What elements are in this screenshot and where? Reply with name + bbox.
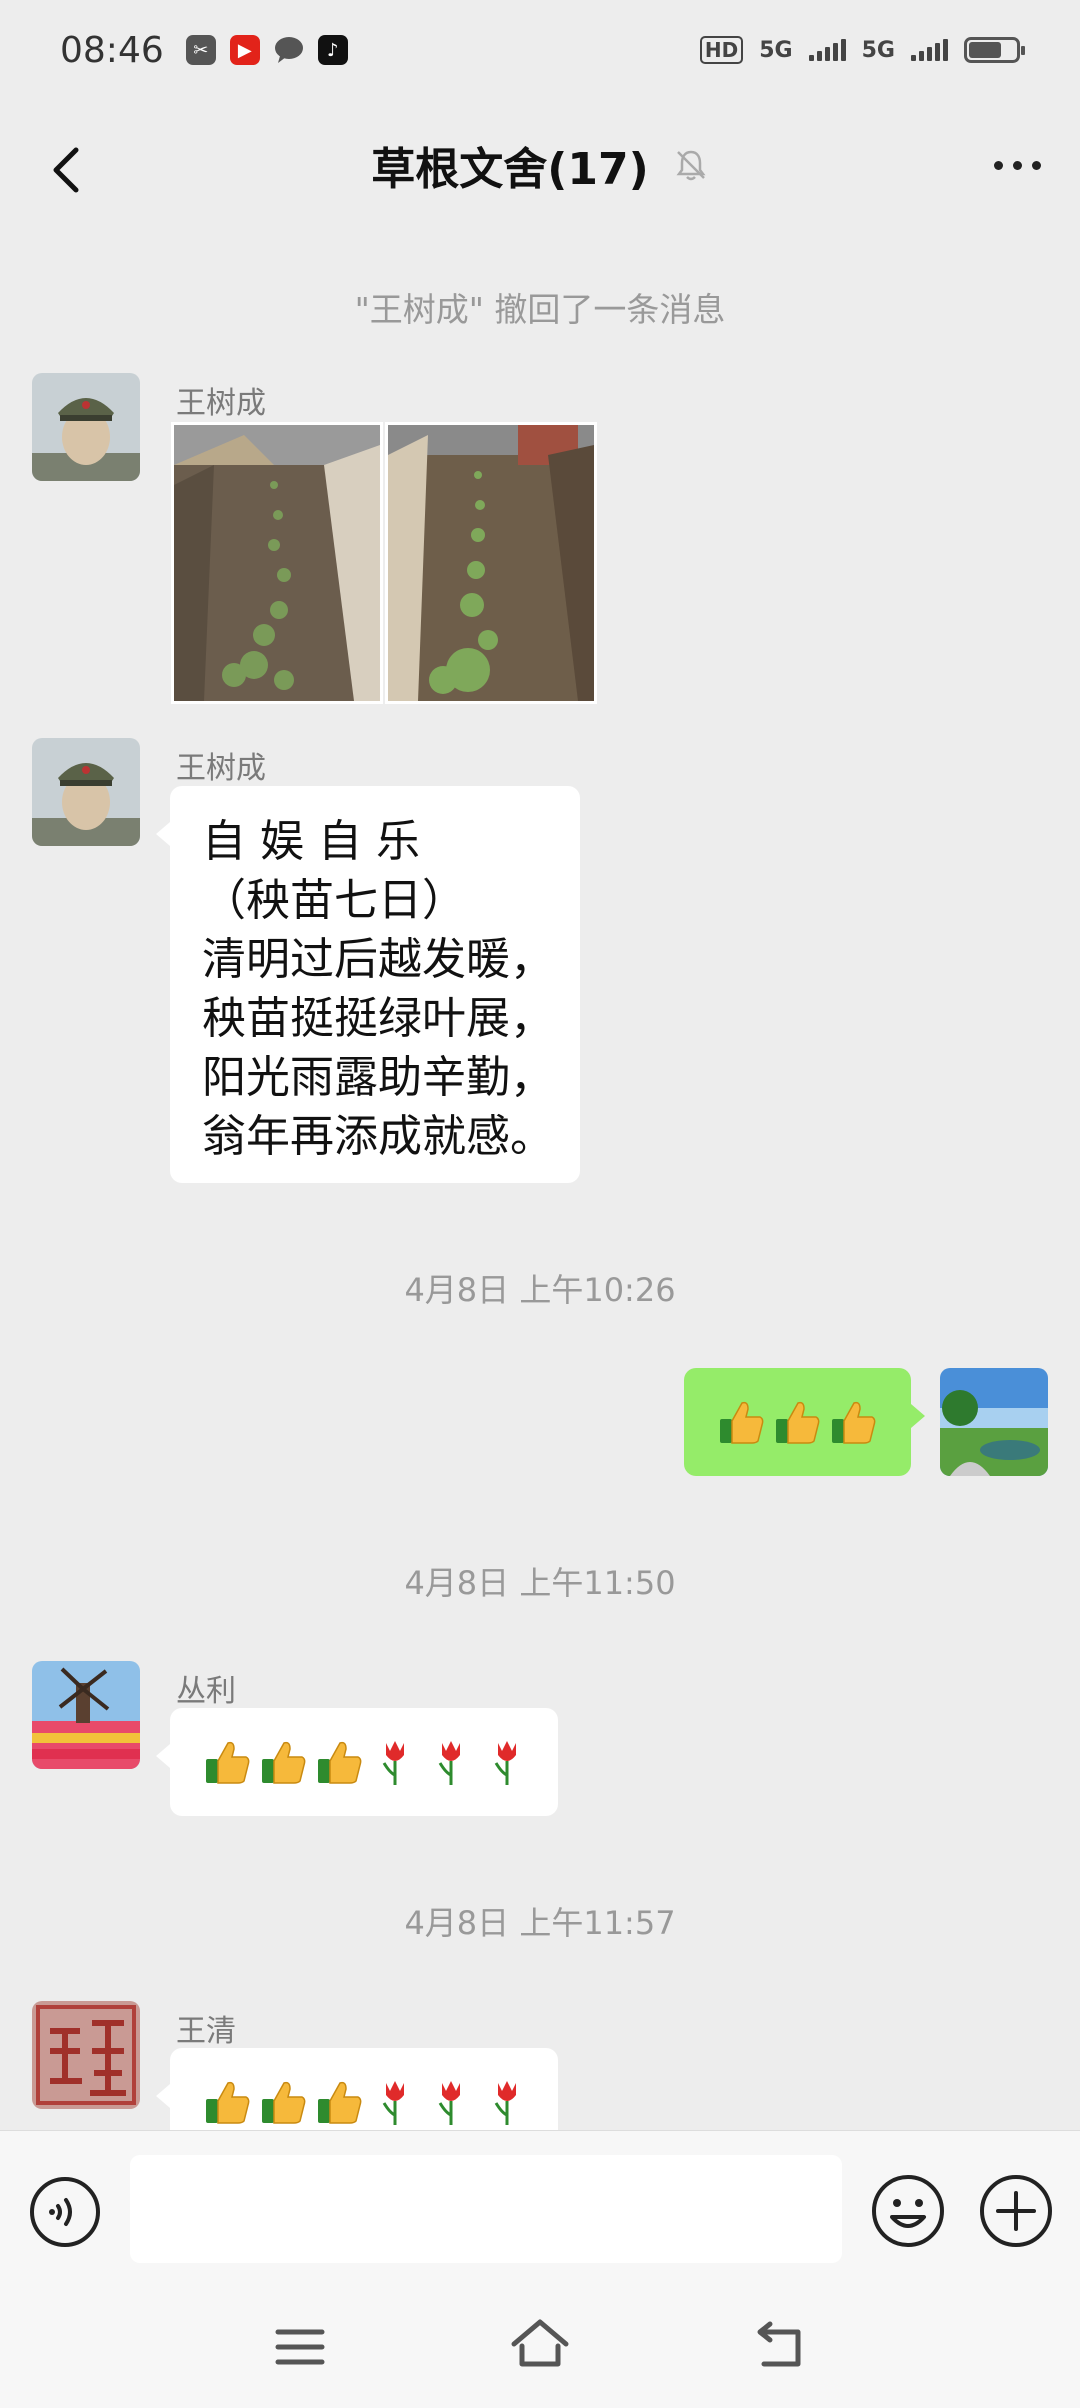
thumbs-up-icon — [318, 1741, 362, 1784]
timestamp: 4月8日 上午11:50 — [404, 1564, 676, 1602]
voice-input-button[interactable] — [28, 2175, 102, 2249]
message-input-bar — [0, 2130, 1080, 2280]
tulip-icon — [438, 1741, 460, 1785]
avatar[interactable] — [32, 2001, 140, 2109]
poem-message-bubble[interactable]: 自 娱 自 乐 （秧苗七日） 清明过后越发暖， 秧苗挺挺绿叶展， 阳光雨露助辛勤… — [156, 786, 580, 1183]
more-functions-button[interactable] — [978, 2173, 1054, 2249]
recall-notice: "王树成" 撤回了一条消息 — [354, 290, 726, 329]
status-time: 08:46 — [60, 29, 164, 71]
avatar[interactable] — [32, 1661, 140, 1769]
thumbs-up-icon — [262, 1741, 306, 1784]
garden-photo-2[interactable] — [385, 422, 597, 704]
hd-indicator: HD — [699, 36, 744, 64]
sender-name: 丛利 — [176, 1674, 236, 1709]
mute-bell-icon — [676, 150, 706, 181]
more-options-button[interactable] — [982, 140, 1052, 190]
emoji-button[interactable] — [870, 2173, 946, 2249]
battery-fill — [969, 42, 1002, 58]
tulip-icon — [494, 1741, 516, 1785]
system-navigation-bar — [0, 2280, 1080, 2408]
thumbs-up-icon — [262, 2081, 306, 2124]
thumbs-up-icon — [776, 1401, 820, 1444]
sender-name: 王树成 — [176, 751, 266, 786]
poem-line: 秧苗挺挺绿叶展， — [202, 993, 554, 1044]
chat-header: 草根文舍(17) — [0, 100, 1080, 230]
menu-nav-button[interactable] — [270, 2322, 330, 2372]
status-bar: 08:46 ✂ ▶ ♪ HD 5G 5G — [0, 0, 1080, 100]
back-nav-button[interactable] — [752, 2320, 812, 2372]
thumbs-up-icon — [318, 2081, 362, 2124]
thumbs-up-icon — [206, 1741, 250, 1784]
tulip-icon — [382, 1741, 404, 1785]
tulip-icon — [438, 2081, 460, 2125]
poem-line: 阳光雨露助辛勤， — [202, 1052, 554, 1103]
sender-name: 王清 — [176, 2014, 236, 2049]
poem-line: 清明过后越发暖， — [202, 934, 554, 985]
scissors-app-icon: ✂ — [185, 35, 216, 65]
tulip-icon — [494, 2081, 516, 2125]
battery-icon — [964, 37, 1025, 63]
avatar[interactable] — [32, 738, 140, 846]
message-input[interactable] — [130, 2155, 842, 2263]
network-5g-1: 5G — [759, 37, 793, 63]
timestamp: 4月8日 上午10:26 — [404, 1271, 676, 1309]
poem-line: （秧苗七日） — [202, 875, 466, 926]
back-button[interactable] — [40, 140, 100, 200]
timestamp: 4月8日 上午11:57 — [404, 1904, 676, 1942]
video-app-icon: ▶ — [229, 35, 260, 65]
sender-name: 王树成 — [176, 386, 266, 421]
chat-bubble-icon — [274, 35, 304, 65]
thumbs-up-row — [684, 1368, 911, 1476]
my-message-bubble[interactable] — [684, 1368, 925, 1476]
network-5g-2: 5G — [861, 37, 895, 63]
emoji-row — [170, 1708, 558, 1816]
signal-icon — [808, 39, 846, 61]
tiktok-icon: ♪ — [317, 35, 348, 65]
my-avatar[interactable] — [940, 1368, 1048, 1476]
poem-line: 自 娱 自 乐 — [202, 816, 420, 867]
poem-line: 翁年再添成就感。 — [202, 1111, 554, 1162]
signal-icon-2 — [911, 39, 948, 61]
tulip-icon — [382, 2081, 404, 2125]
garden-photo-1[interactable] — [171, 422, 383, 704]
home-nav-button[interactable] — [508, 2316, 572, 2372]
thumbs-up-icon — [832, 1401, 876, 1444]
avatar[interactable] — [32, 373, 140, 481]
chat-title: 草根文舍(17) — [371, 144, 649, 195]
message-bubble[interactable] — [156, 1708, 558, 1816]
thumbs-up-icon — [206, 2081, 250, 2124]
thumbs-up-icon — [720, 1401, 764, 1444]
